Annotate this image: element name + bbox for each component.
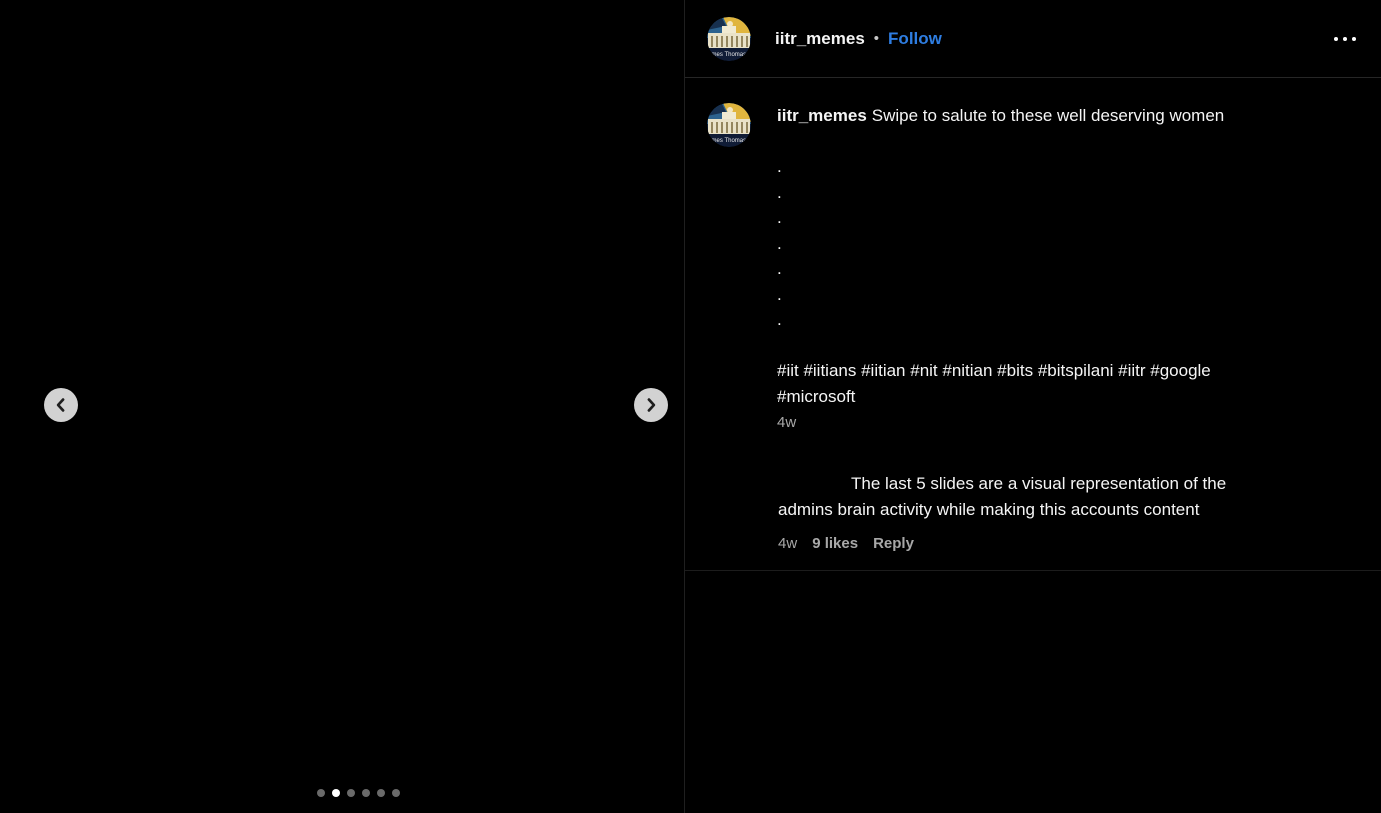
- comment-likes-count[interactable]: 9 likes: [812, 535, 858, 552]
- carousel-next-button[interactable]: [634, 388, 668, 422]
- comment-body: The last 5 slides are a visual represent…: [778, 474, 1226, 519]
- comment-text: The last 5 slides are a visual represent…: [778, 471, 1353, 522]
- carousel-dot: [362, 789, 370, 797]
- caption-section: iitr_memesSwipe to salute to these well …: [685, 78, 1381, 432]
- more-options-button[interactable]: [1334, 29, 1356, 49]
- comment-timestamp: 4w: [778, 535, 797, 552]
- caption-column: iitr_memesSwipe to salute to these well …: [777, 103, 1352, 432]
- caption-timestamp: 4w: [777, 414, 1352, 432]
- caption-text: iitr_memesSwipe to salute to these well …: [777, 103, 1352, 409]
- ellipsis-dot: [1352, 37, 1356, 41]
- media-pane: [0, 0, 684, 813]
- caption-body: Swipe to salute to these well deserving …: [777, 106, 1224, 406]
- carousel-prev-button[interactable]: [44, 388, 78, 422]
- comment: The last 5 slides are a visual represent…: [778, 471, 1353, 552]
- username-follow-separator: •: [874, 30, 879, 47]
- ellipsis-dot: [1343, 37, 1347, 41]
- avatar-image: [707, 103, 751, 147]
- instagram-post-view: iitr_memes • Follow iitr_memesSwipe to s…: [0, 0, 1381, 813]
- comment-reply-button[interactable]: Reply: [873, 535, 914, 552]
- caption-author-avatar[interactable]: [707, 103, 751, 147]
- author-avatar[interactable]: [707, 17, 751, 61]
- carousel-dot-active: [332, 789, 340, 797]
- carousel-dot: [347, 789, 355, 797]
- avatar-image: [707, 17, 751, 61]
- comments-end-divider: [685, 570, 1381, 571]
- post-header: iitr_memes • Follow: [685, 0, 1381, 78]
- carousel-dots: [317, 789, 400, 797]
- post-detail-panel: iitr_memes • Follow iitr_memesSwipe to s…: [684, 0, 1381, 813]
- comment-username-redacted: [778, 488, 851, 489]
- carousel-dot: [317, 789, 325, 797]
- ellipsis-dot: [1334, 37, 1338, 41]
- chevron-left-icon: [51, 395, 71, 415]
- post-media-image[interactable]: [0, 0, 684, 813]
- caption-username[interactable]: iitr_memes: [777, 106, 867, 125]
- chevron-right-icon: [641, 395, 661, 415]
- post-author-username[interactable]: iitr_memes: [775, 29, 865, 49]
- comment-meta: 4w 9 likes Reply: [778, 535, 1353, 552]
- follow-button[interactable]: Follow: [888, 29, 942, 49]
- carousel-dot: [377, 789, 385, 797]
- carousel-dot: [392, 789, 400, 797]
